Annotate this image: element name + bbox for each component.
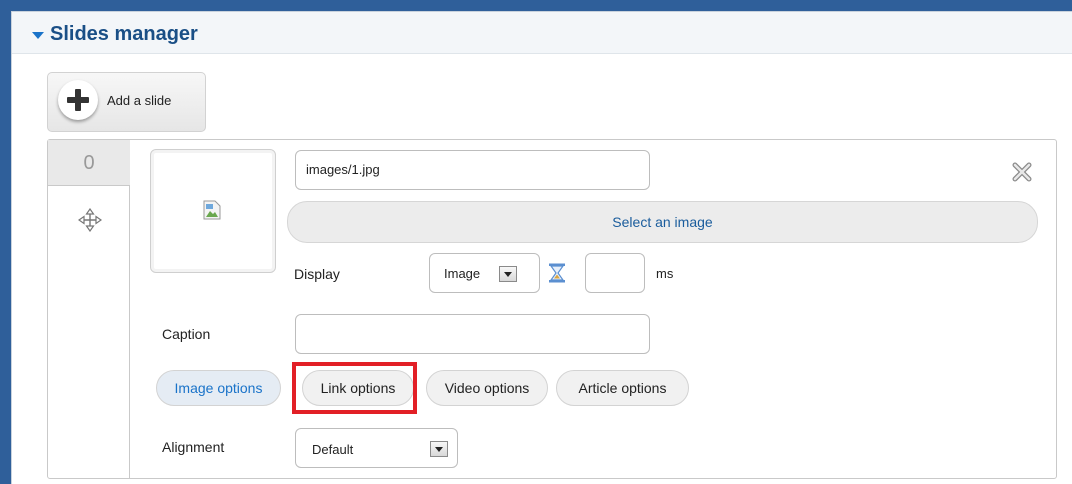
panel-header[interactable]: Slides manager bbox=[12, 12, 1072, 54]
slide-item: 0 images/1.jpg Select an image Display I… bbox=[47, 139, 1057, 479]
add-slide-button[interactable]: Add a slide bbox=[47, 72, 206, 132]
image-path-input[interactable]: images/1.jpg bbox=[295, 150, 650, 190]
tab-video-options[interactable]: Video options bbox=[426, 370, 548, 406]
tab-link-options[interactable]: Link options bbox=[302, 370, 414, 406]
ms-label: ms bbox=[656, 266, 674, 281]
caption-label: Caption bbox=[162, 326, 211, 342]
duration-input[interactable] bbox=[585, 253, 645, 293]
slides-manager-panel: Slides manager Add a slide 0 images/1.jp… bbox=[11, 11, 1072, 484]
display-select[interactable]: Image bbox=[429, 253, 540, 293]
select-image-button[interactable]: Select an image bbox=[287, 201, 1038, 243]
chevron-down-icon[interactable] bbox=[430, 441, 448, 457]
panel-title: Slides manager bbox=[50, 23, 198, 45]
hourglass-icon bbox=[549, 263, 565, 283]
add-slide-label: Add a slide bbox=[107, 93, 172, 108]
slide-thumbnail[interactable] bbox=[150, 149, 276, 273]
move-icon[interactable] bbox=[78, 208, 102, 232]
triangle-down-icon[interactable] bbox=[32, 32, 44, 39]
display-select-value: Image bbox=[444, 266, 481, 281]
slide-number: 0 bbox=[48, 140, 130, 186]
close-icon[interactable] bbox=[1011, 161, 1033, 183]
tab-article-options[interactable]: Article options bbox=[556, 370, 689, 406]
display-label: Display bbox=[294, 266, 340, 282]
alignment-select-value: Default bbox=[312, 442, 354, 457]
alignment-select[interactable]: Default bbox=[295, 428, 458, 468]
broken-image-icon bbox=[203, 200, 221, 220]
tab-image-options[interactable]: Image options bbox=[156, 370, 281, 406]
plus-icon bbox=[58, 80, 98, 120]
alignment-label: Alignment bbox=[162, 439, 225, 455]
chevron-down-icon[interactable] bbox=[499, 266, 517, 282]
caption-input[interactable] bbox=[295, 314, 650, 354]
slide-sidebar: 0 bbox=[48, 140, 130, 478]
